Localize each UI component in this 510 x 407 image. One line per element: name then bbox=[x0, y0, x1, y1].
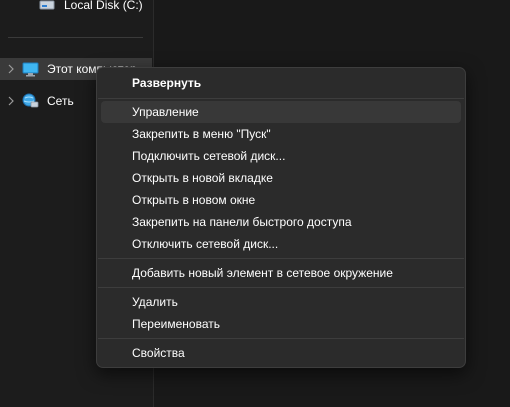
menu-separator bbox=[98, 287, 464, 288]
menu-separator bbox=[98, 98, 464, 99]
menu-separator bbox=[98, 258, 464, 259]
menu-separator bbox=[98, 338, 464, 339]
drive-icon bbox=[39, 0, 57, 13]
menu-item-delete[interactable]: Удалить bbox=[101, 291, 461, 313]
menu-item-pin-to-start[interactable]: Закрепить в меню "Пуск" bbox=[101, 123, 461, 145]
menu-item-manage[interactable]: Управление bbox=[101, 101, 461, 123]
chevron-right-icon[interactable] bbox=[6, 58, 16, 80]
menu-item-add-network-location[interactable]: Добавить новый элемент в сетевое окружен… bbox=[101, 262, 461, 284]
menu-item-disconnect-network-drive[interactable]: Отключить сетевой диск... bbox=[101, 233, 461, 255]
menu-item-map-network-drive[interactable]: Подключить сетевой диск... bbox=[101, 145, 461, 167]
nav-item-label: Local Disk (C:) bbox=[64, 0, 143, 12]
nav-item-local-disk[interactable]: Local Disk (C:) bbox=[0, 0, 152, 16]
network-icon bbox=[22, 93, 40, 109]
chevron-right-icon[interactable] bbox=[6, 90, 16, 112]
nav-item-label: Сеть bbox=[47, 94, 74, 108]
menu-item-open-new-window[interactable]: Открыть в новом окне bbox=[101, 189, 461, 211]
menu-item-expand[interactable]: Развернуть bbox=[101, 72, 461, 94]
menu-item-rename[interactable]: Переименовать bbox=[101, 313, 461, 335]
menu-item-pin-quick-access[interactable]: Закрепить на панели быстрого доступа bbox=[101, 211, 461, 233]
computer-icon bbox=[22, 61, 40, 77]
nav-divider bbox=[8, 37, 143, 38]
menu-item-open-new-tab[interactable]: Открыть в новой вкладке bbox=[101, 167, 461, 189]
menu-item-properties[interactable]: Свойства bbox=[101, 342, 461, 364]
context-menu: Развернуть Управление Закрепить в меню "… bbox=[96, 67, 466, 368]
